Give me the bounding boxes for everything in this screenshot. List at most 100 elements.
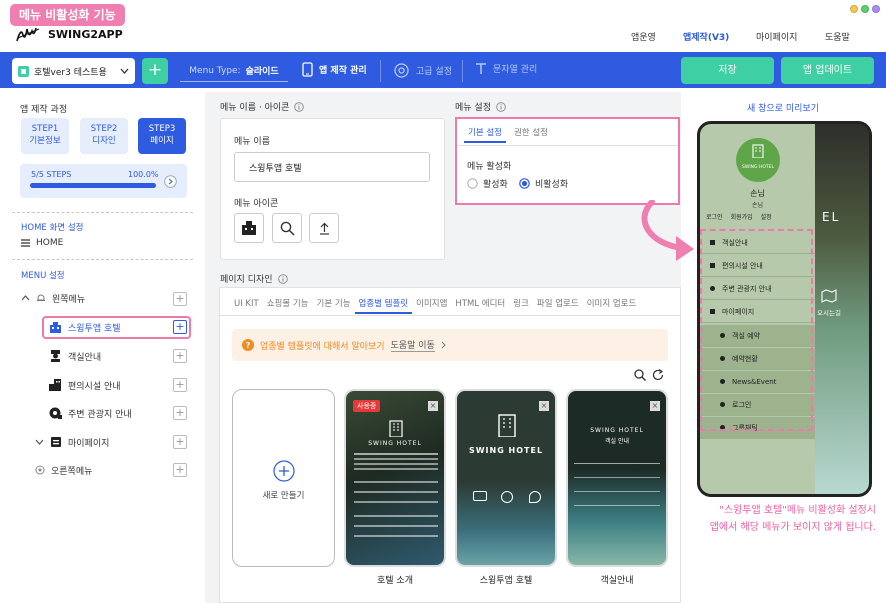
current-icon-button[interactable] — [234, 213, 264, 243]
tab-link[interactable]: 링크 — [509, 294, 533, 314]
add-submenu-button[interactable]: + — [173, 435, 187, 449]
concierge-icon — [51, 350, 60, 362]
menu-type[interactable]: Menu Type: 슬라이드 — [180, 60, 288, 82]
add-submenu-button[interactable]: + — [173, 406, 187, 420]
menu-settings-title: 메뉴 설정 — [455, 100, 506, 113]
mypage-icon — [51, 437, 61, 447]
text-icon — [476, 63, 486, 74]
phone-icon — [501, 491, 513, 503]
rooms-label: 객실안내 — [68, 352, 102, 363]
tab-permission-settings[interactable]: 권한 설정 — [510, 123, 552, 143]
template-card-hotel-intro[interactable]: 사용중 × SWING HOTEL — [344, 389, 446, 567]
add-submenu-button[interactable]: + — [173, 378, 187, 392]
step3-button[interactable]: STEP3 페이지 — [138, 118, 186, 154]
preview-settings[interactable]: 설정 — [761, 212, 772, 221]
info-icon[interactable] — [496, 101, 506, 112]
tab-image-map[interactable]: 이미지맵 — [412, 294, 451, 314]
add-submenu-button[interactable]: + — [173, 320, 187, 334]
template-card-swing-hotel[interactable]: × SWING HOTEL — [455, 389, 557, 567]
icon-search-button[interactable] — [272, 213, 302, 243]
home-label: HOME — [36, 238, 64, 248]
toolbar-divider — [462, 60, 463, 82]
banner-help-link[interactable]: 도움말 이동 — [390, 338, 435, 352]
icon-upload-button[interactable] — [309, 213, 339, 243]
upload-icon — [319, 222, 329, 235]
close-dot[interactable] — [872, 5, 880, 13]
add-menu-button[interactable]: + — [173, 292, 187, 306]
progress-percent: 100.0% — [128, 170, 159, 179]
tree-right-menu[interactable]: 오른쪽메뉴 — [35, 460, 92, 480]
add-app-button[interactable]: + — [142, 58, 168, 84]
open-preview-link[interactable]: 새 창으로 미리보기 — [747, 101, 819, 114]
maximize-dot[interactable] — [861, 5, 869, 13]
string-manage-tab[interactable]: 문자열 관리 — [475, 62, 537, 75]
preview-login[interactable]: 로그인 — [706, 212, 723, 221]
radio-deactivate[interactable]: 비활성화 — [519, 177, 568, 190]
app-update-button[interactable]: 앱 업데이트 — [781, 57, 874, 84]
template-card-rooms[interactable]: × SWING HOTEL 객실 안내 — [566, 389, 668, 567]
chevron-down-icon — [120, 68, 129, 74]
tab-basic-settings[interactable]: 기본 설정 — [464, 123, 506, 143]
tree-item-swing-hotel[interactable]: 스윙투앱 호텔 — [49, 317, 121, 337]
tree-left-menu[interactable]: 왼쪽메뉴 — [21, 288, 85, 308]
tab-ui-kit[interactable]: UI KIT — [230, 294, 263, 314]
next-step-button[interactable] — [164, 175, 177, 188]
add-menu-button[interactable]: + — [173, 463, 187, 477]
step2-subtitle: 디자인 — [92, 136, 116, 146]
tree-item-rooms[interactable]: 객실안내 — [49, 346, 101, 366]
save-button[interactable]: 저장 — [681, 57, 774, 84]
minimize-dot[interactable] — [850, 5, 858, 13]
app-icon — [18, 65, 29, 77]
note-line2: 앱에서 해당 메뉴가 보이지 않게 됩니다. — [709, 522, 876, 533]
radio-unchecked-icon — [467, 178, 478, 189]
nav-app-operation[interactable]: 앱운영 — [631, 30, 656, 43]
tab-file-upload[interactable]: 파일 업로드 — [533, 294, 583, 314]
template-close-icon[interactable]: × — [539, 401, 549, 411]
template-label-swing-hotel: 스윙투앱 호텔 — [479, 576, 533, 586]
hotel-icon — [242, 221, 256, 235]
tree-item-attractions[interactable]: 주변 관광지 안내 — [49, 403, 132, 423]
swing-logo-icon — [16, 27, 40, 42]
tree-item-facilities[interactable]: 편의시설 안내 — [49, 375, 121, 395]
nav-help[interactable]: 도움말 — [825, 30, 850, 43]
info-icon[interactable] — [277, 273, 288, 284]
hotel-building-icon — [752, 144, 764, 158]
radio-activate[interactable]: 활성화 — [467, 177, 508, 190]
new-template-card[interactable]: 새로 만들기 — [232, 389, 335, 567]
template-refresh-button[interactable] — [652, 369, 665, 381]
template-close-icon[interactable]: × — [428, 401, 438, 411]
phone-icon — [302, 62, 313, 77]
info-icon[interactable] — [294, 101, 305, 112]
window-controls — [850, 5, 880, 13]
preview-signup[interactable]: 회원가입 — [731, 212, 753, 221]
tab-basic-features[interactable]: 기본 기능 — [313, 294, 355, 314]
mypage-label: 마이페이지 — [68, 438, 110, 449]
add-submenu-button[interactable]: + — [173, 349, 187, 363]
toolbar-divider — [380, 60, 381, 82]
nav-app-build[interactable]: 앱제작(V3) — [683, 30, 729, 43]
preview-user-name: 손님 — [750, 189, 765, 198]
tab-shopping[interactable]: 쇼핑몰 기능 — [263, 294, 313, 314]
app-manage-tab[interactable]: 앱 제작 관리 — [302, 62, 367, 77]
menu-name-input[interactable]: 스윙투앱 호텔 — [234, 152, 430, 182]
note-line1: "스윙투앱 호텔"메뉴 비활성화 설정시 — [719, 505, 876, 516]
tab-image-upload[interactable]: 이미지 업로드 — [583, 294, 641, 314]
advanced-settings-tab[interactable]: 고급 설정 — [393, 62, 452, 79]
step1-button[interactable]: STEP1 기본정보 — [21, 118, 69, 154]
template-search-button[interactable] — [634, 369, 646, 381]
nav-mypage[interactable]: 마이페이지 — [756, 30, 797, 43]
tree-item-mypage[interactable]: 마이페이지 — [35, 432, 109, 452]
home-item[interactable]: HOME — [21, 233, 63, 253]
template-heading: SWING HOTEL — [468, 446, 544, 455]
progress-track — [30, 183, 156, 188]
template-label-rooms: 객실안내 — [600, 576, 634, 586]
step2-button[interactable]: STEP2 디자인 — [80, 118, 128, 154]
plus-circle-icon — [273, 460, 295, 482]
divider — [12, 259, 193, 260]
tab-industry-templates[interactable]: 업종별 템플릿 — [354, 294, 413, 314]
brand-logo[interactable]: SWING2APP — [15, 25, 123, 43]
template-close-icon[interactable]: × — [650, 401, 660, 411]
feature-caption: 메뉴 비활성화 기능 — [10, 4, 125, 26]
tab-html-editor[interactable]: HTML 에디터 — [451, 294, 509, 314]
app-selector[interactable]: 호텔ver3 테스트용 — [12, 58, 135, 84]
